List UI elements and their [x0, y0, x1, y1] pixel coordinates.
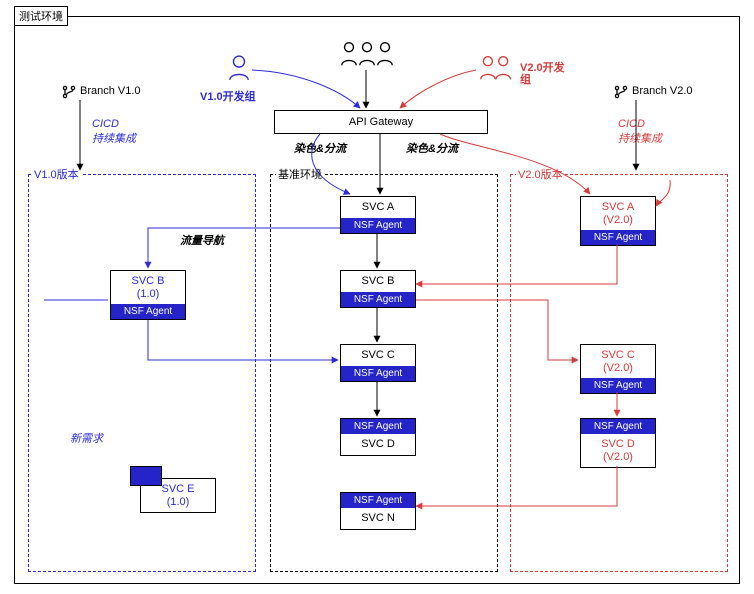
git-branch-icon: [614, 85, 628, 99]
branch-v2-label: Branch V2.0: [632, 85, 693, 97]
dev-v1-label: V1.0开发组: [200, 88, 256, 104]
dye-right-label: 染色&分流: [406, 140, 458, 156]
nsf-agent-badge: NSF Agent: [341, 366, 415, 381]
dev-v2-label: V2.0开发 组: [520, 62, 565, 86]
svc-c-v2-node: SVC C (V2.0) NSF Agent: [580, 344, 656, 394]
svc-c-node: SVC C NSF Agent: [340, 344, 416, 382]
svc-n-node: NSF Agent SVC N: [340, 492, 416, 530]
svc-label: SVC C (V2.0): [581, 345, 655, 378]
new-req-label: 新需求: [70, 430, 103, 446]
svc-e-tab: [130, 466, 162, 486]
nsf-agent-badge: NSF Agent: [581, 230, 655, 245]
git-branch-icon: [62, 85, 76, 99]
svc-b-node: SVC B NSF Agent: [340, 270, 416, 308]
svc-a-node: SVC A NSF Agent: [340, 196, 416, 234]
svc-a-v2-node: SVC A (V2.0) NSF Agent: [580, 196, 656, 246]
svc-label: SVC B: [341, 271, 415, 292]
svc-d-node: NSF Agent SVC D: [340, 418, 416, 456]
nsf-agent-badge: NSF Agent: [341, 292, 415, 307]
nsf-agent-badge: NSF Agent: [111, 304, 185, 319]
nsf-agent-badge: NSF Agent: [341, 493, 415, 508]
panel-base-title: 基准环境: [276, 166, 324, 182]
svc-label: SVC B (1.0): [111, 271, 185, 304]
cicd-right-label: CICD 持续集成: [618, 118, 662, 146]
people-pair-icon: [478, 54, 514, 82]
svc-label: SVC D (V2.0): [581, 434, 655, 467]
dye-left-label: 染色&分流: [294, 140, 346, 156]
nsf-agent-badge: NSF Agent: [581, 419, 655, 434]
cicd-left-label: CICD 持续集成: [92, 118, 136, 146]
nsf-agent-badge: NSF Agent: [581, 378, 655, 393]
svc-d-v2-node: NSF Agent SVC D (V2.0): [580, 418, 656, 468]
nsf-agent-badge: NSF Agent: [341, 419, 415, 434]
api-gateway-node: API Gateway: [274, 110, 488, 134]
svc-label: SVC C: [341, 345, 415, 366]
svc-b-v1-node: SVC B (1.0) NSF Agent: [110, 270, 186, 320]
person-icon: [228, 54, 250, 82]
svc-label: SVC N: [341, 508, 415, 529]
nsf-agent-badge: NSF Agent: [341, 218, 415, 233]
svc-label: SVC D: [341, 434, 415, 455]
panel-v2-title: V2.0版本: [516, 166, 565, 182]
svc-label: SVC A (V2.0): [581, 197, 655, 230]
route-override-label: 流量导航: [180, 232, 224, 248]
panel-v1-title: V1.0版本: [32, 166, 81, 182]
svc-label: SVC A: [341, 197, 415, 218]
branch-v1-label: Branch V1.0: [80, 85, 141, 97]
diagram-title: 测试环境: [14, 6, 68, 26]
people-trio-icon: [340, 40, 394, 68]
